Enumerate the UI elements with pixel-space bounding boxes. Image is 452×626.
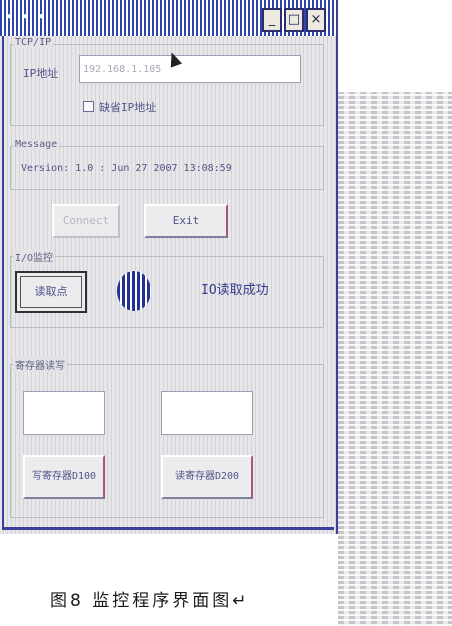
io-monitor-group-title: I/O监控	[13, 249, 56, 264]
close-button[interactable]: ×	[306, 8, 326, 32]
register-d100-input[interactable]	[23, 391, 105, 435]
window-title: • • •	[6, 10, 48, 24]
ip-address-input[interactable]	[79, 55, 301, 83]
exit-button[interactable]: Exit	[144, 204, 228, 238]
register-rw-group: 寄存器读写 写寄存器D100 读寄存器D200	[10, 357, 324, 518]
minimize-button[interactable]: _	[262, 8, 282, 32]
title-bar[interactable]: • • • _ □ ×	[0, 0, 336, 36]
dialog-client-area: TCP/IP IP地址 缺省IP地址 Message Version: 1.0 …	[2, 36, 334, 530]
io-monitor-group: I/O监控 读取点 IO读取成功	[10, 249, 324, 328]
register-d200-input[interactable]	[161, 391, 253, 435]
register-rw-group-title: 寄存器读写	[13, 357, 67, 372]
connect-button[interactable]: Connect	[52, 204, 120, 238]
io-status-text: IO读取成功	[201, 283, 269, 298]
io-status-led	[117, 271, 151, 311]
app-window: • • • _ □ × TCP/IP IP地址 缺省IP地址 Message V…	[0, 0, 338, 534]
write-register-button[interactable]: 写寄存器D100	[23, 455, 105, 499]
read-register-button[interactable]: 读寄存器D200	[161, 455, 253, 499]
io-read-button[interactable]: 读取点	[15, 271, 87, 313]
default-ip-checkbox-label: 缺省IP地址	[99, 101, 157, 114]
version-message: Version: 1.0 : Jun 27 2007 13:08:59	[21, 163, 232, 174]
ip-address-label: IP地址	[23, 67, 59, 80]
message-group: Message Version: 1.0 : Jun 27 2007 13:08…	[10, 139, 324, 190]
tcpip-group-title: TCP/IP	[13, 37, 54, 48]
default-ip-checkbox[interactable]	[83, 101, 94, 112]
maximize-button[interactable]: □	[284, 8, 304, 32]
background-noise-panel	[338, 92, 452, 626]
background-blank	[338, 0, 452, 92]
message-group-title: Message	[13, 139, 60, 150]
figure-caption: 图8 监控程序界面图↵	[50, 591, 250, 611]
